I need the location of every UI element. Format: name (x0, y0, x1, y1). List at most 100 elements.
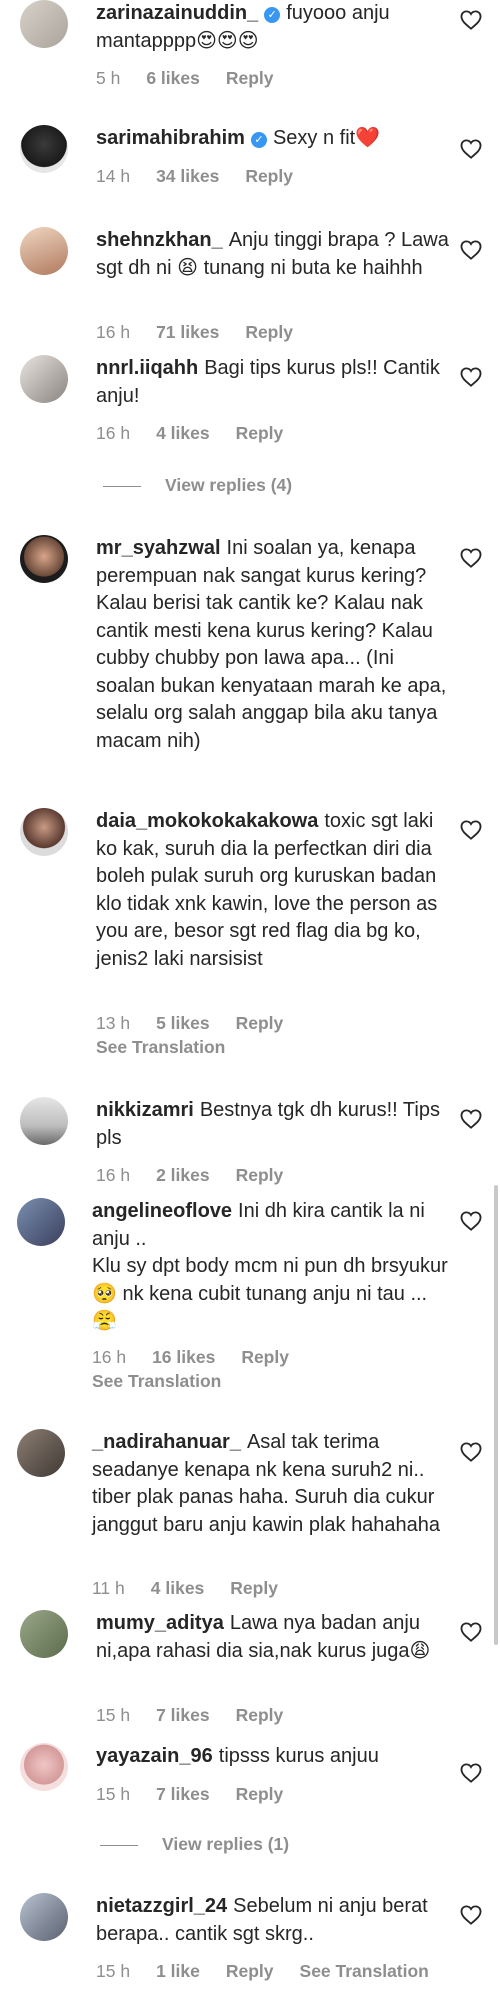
verified-badge-icon: ✓ (250, 132, 267, 148)
comment-text: nikkizamri Bestnya tgk dh kurus!! Tips pl… (96, 1097, 456, 1152)
comment-likes[interactable]: 4 likes (151, 1578, 205, 1598)
like-heart-icon[interactable] (460, 548, 482, 568)
avatar[interactable] (20, 125, 68, 173)
avatar[interactable] (20, 1610, 68, 1658)
comment-likes[interactable]: 2 likes (156, 1165, 210, 1185)
avatar[interactable] (20, 1893, 68, 1941)
like-heart-icon[interactable] (460, 139, 482, 159)
comment-likes[interactable]: 4 likes (156, 423, 210, 443)
reply-button[interactable]: Reply (226, 1961, 274, 1981)
comment-username[interactable]: nietazzgirl_24 (96, 1895, 227, 1917)
comment-time: 16 h (92, 1347, 127, 1367)
comment-time: 13 h (96, 1013, 131, 1033)
comment-username[interactable]: _nadirahanuar_ (92, 1431, 241, 1453)
reply-button[interactable]: Reply (241, 1347, 289, 1367)
comment-username[interactable]: zarinazainuddin_ (96, 2, 258, 24)
like-heart-icon[interactable] (460, 1763, 482, 1783)
avatar[interactable] (17, 1429, 65, 1477)
comment-likes[interactable]: 34 likes (156, 166, 219, 186)
like-heart-icon[interactable] (460, 240, 482, 260)
comment-time: 15 h (96, 1961, 131, 1981)
comment-likes[interactable]: 6 likes (146, 68, 200, 88)
verified-badge-icon: ✓ (264, 7, 281, 23)
comment-likes[interactable]: 1 like (156, 1961, 200, 1981)
comment-text: mumy_aditya Lawa nya badan anju ni,apa ra… (96, 1610, 456, 1665)
avatar[interactable] (20, 227, 68, 275)
avatar[interactable] (17, 1198, 65, 1246)
reply-button[interactable]: Reply (236, 1013, 284, 1033)
reply-button[interactable]: Reply (226, 68, 274, 88)
comment-likes[interactable]: 7 likes (156, 1705, 210, 1725)
reply-button[interactable]: Reply (236, 1165, 284, 1185)
comment-meta: 15 h 1 like Reply See Translation (96, 1961, 455, 1982)
comment-username[interactable]: daia_mokokokakakowa (96, 810, 318, 832)
view-replies-button[interactable]: View replies (4) (103, 475, 292, 496)
avatar[interactable] (20, 1743, 68, 1791)
comment-meta: 16 h 4 likes Reply (96, 423, 309, 444)
divider-line (103, 485, 141, 487)
comment-username[interactable]: mumy_aditya (96, 1612, 224, 1634)
comment-time: 16 h (96, 322, 131, 342)
comment-likes[interactable]: 16 likes (152, 1347, 215, 1367)
see-translation-link[interactable]: See Translation (92, 1371, 221, 1392)
view-replies-button[interactable]: View replies (1) (100, 1834, 289, 1855)
avatar[interactable] (20, 0, 68, 48)
comment-body: toxic sgt laki ko kak, suruh dia la perf… (96, 810, 438, 970)
like-heart-icon[interactable] (460, 1109, 482, 1129)
like-heart-icon[interactable] (460, 10, 482, 30)
comment-username[interactable]: yayazain_96 (96, 1745, 213, 1767)
like-heart-icon[interactable] (460, 820, 482, 840)
see-translation-link[interactable]: See Translation (96, 1037, 225, 1058)
comment-meta: 11 h 4 likes Reply (92, 1578, 304, 1599)
avatar[interactable] (20, 1097, 68, 1145)
comment-meta: 16 h 2 likes Reply (96, 1165, 309, 1186)
comment-username[interactable]: angelineoflove (92, 1200, 232, 1222)
like-heart-icon[interactable] (460, 1211, 482, 1231)
comment-text: nnrl.iiqahh Bagi tips kurus pls!! Cantik … (96, 355, 456, 410)
comment-text: mr_syahzwal Ini soalan ya, kenapa perempu… (96, 535, 456, 755)
reply-button[interactable]: Reply (236, 1784, 284, 1804)
avatar[interactable] (20, 808, 68, 856)
comment-text: nietazzgirl_24 Sebelum ni anju berat bera… (96, 1893, 456, 1948)
comment-time: 16 h (96, 1165, 131, 1185)
comment-text: shehnzkhan_ Anju tinggi brapa ? Lawa sgt … (96, 227, 456, 282)
like-heart-icon[interactable] (460, 1905, 482, 1925)
comment-meta: 14 h 34 likes Reply (96, 166, 319, 187)
comment-username[interactable]: nnrl.iiqahh (96, 357, 198, 379)
reply-button[interactable]: Reply (236, 423, 284, 443)
comment-username[interactable]: sarimahibrahim (96, 127, 245, 149)
comment-likes[interactable]: 5 likes (156, 1013, 210, 1033)
see-translation-link[interactable]: See Translation (300, 1961, 429, 1981)
avatar[interactable] (20, 355, 68, 403)
reply-button[interactable]: Reply (245, 322, 293, 342)
like-heart-icon[interactable] (460, 1442, 482, 1462)
like-heart-icon[interactable] (460, 1622, 482, 1642)
comment-meta: 5 h 6 likes Reply (96, 68, 300, 89)
comment-time: 11 h (92, 1578, 125, 1598)
comment-time: 15 h (96, 1784, 131, 1804)
comment-likes[interactable]: 7 likes (156, 1784, 210, 1804)
avatar[interactable] (20, 535, 68, 583)
comment-likes[interactable]: 71 likes (156, 322, 219, 342)
comment-username[interactable]: shehnzkhan_ (96, 229, 223, 251)
like-heart-icon[interactable] (460, 367, 482, 387)
comment-body: Ini soalan ya, kenapa perempuan nak sang… (96, 537, 447, 752)
comment-username[interactable]: nikkizamri (96, 1099, 194, 1121)
comment-meta: 13 h 5 likes Reply (96, 1013, 309, 1034)
divider-line (100, 1844, 138, 1846)
reply-button[interactable]: Reply (230, 1578, 278, 1598)
comment-text: zarinazainuddin_ ✓ fuyooo anju mantapppp😍😍… (96, 0, 456, 55)
comment-body: tipsss kurus anjuu (218, 1745, 379, 1767)
comment-username[interactable]: mr_syahzwal (96, 537, 221, 559)
comment-meta: 16 h 71 likes Reply (96, 322, 319, 343)
reply-button[interactable]: Reply (245, 166, 293, 186)
scrollbar[interactable] (494, 1185, 498, 1645)
comment-meta: 15 h 7 likes Reply (96, 1705, 309, 1726)
comment-text: yayazain_96 tipsss kurus anjuu (96, 1743, 456, 1771)
comment-text: sarimahibrahim ✓ Sexy n fit❤️ (96, 125, 456, 153)
comment-meta: 15 h 7 likes Reply (96, 1784, 309, 1805)
comment-time: 16 h (96, 423, 131, 443)
reply-button[interactable]: Reply (236, 1705, 284, 1725)
comment-body: Sexy n fit❤️ (272, 127, 381, 149)
comment-time: 5 h (96, 68, 121, 88)
